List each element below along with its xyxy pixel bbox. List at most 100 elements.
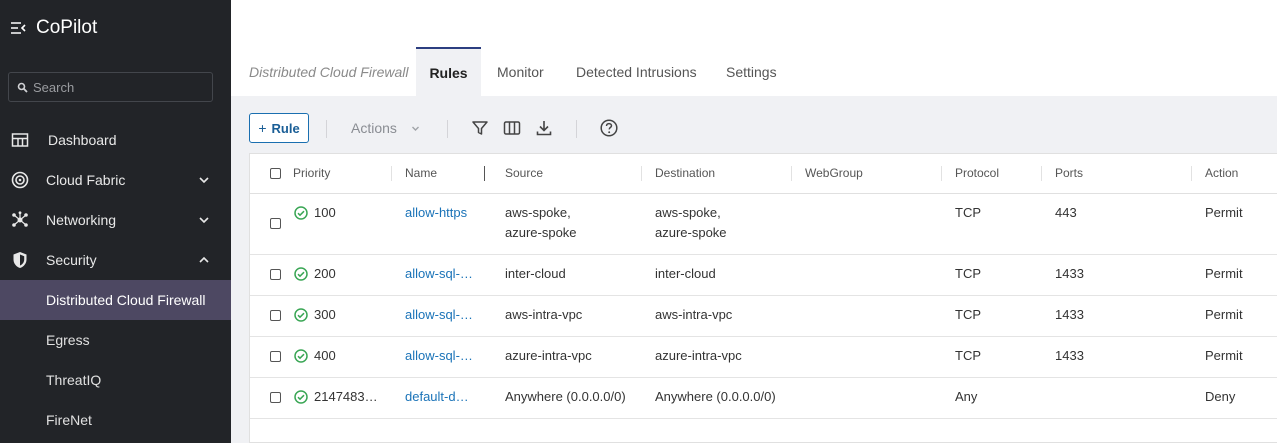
action-cell: Permit [1205,307,1243,322]
table-row[interactable]: 100 allow-https aws-spoke, azure-spoke a… [250,193,1277,255]
table-row[interactable]: 2147483… default-d… Anywhere (0.0.0.0/0)… [250,377,1277,419]
check-circle-icon [294,390,308,404]
protocol-cell: TCP [955,205,981,220]
ports-cell: 1433 [1055,266,1084,281]
sidebar-subitem-firenet[interactable]: FireNet [0,400,231,440]
row-checkbox[interactable] [270,310,281,321]
help-icon[interactable] [600,119,618,137]
column-divider [391,166,392,181]
sidebar-item-label: Dashboard [48,132,117,148]
destination-cell: aws-intra-vpc [655,307,733,322]
source-cell: azure-intra-vpc [505,348,592,363]
sidebar-subitem-label: ThreatIQ [46,372,102,388]
source-cell: aws-intra-vpc [505,307,583,322]
add-rule-button[interactable]: + Rule [249,113,309,143]
destination-cell: azure-intra-vpc [655,348,742,363]
actions-dropdown[interactable]: Actions [351,120,420,136]
search-icon [17,82,28,93]
column-resize-handle[interactable] [484,166,485,181]
action-cell: Permit [1205,348,1243,363]
column-divider [1191,166,1192,181]
actions-label: Actions [351,120,397,136]
networking-icon [12,211,28,227]
breadcrumb: Distributed Cloud Firewall [249,63,409,80]
column-divider [791,166,792,181]
check-circle-icon [294,349,308,363]
table-row[interactable]: 400 allow-sql-… azure-intra-vpc azure-in… [250,336,1277,378]
tab-detected-intrusions[interactable]: Detected Intrusions [576,47,697,96]
search-input[interactable] [33,79,193,95]
sidebar-subitem-label: FireNet [46,412,92,428]
protocol-cell: TCP [955,307,981,322]
row-checkbox[interactable] [270,351,281,362]
source-cell: azure-spoke [505,225,577,240]
priority-cell: 100 [314,205,336,220]
column-header-name[interactable]: Name [405,166,437,180]
priority-cell: 2147483… [314,389,378,404]
priority-cell: 400 [314,348,336,363]
column-header-ports[interactable]: Ports [1055,166,1083,180]
search-box[interactable] [8,72,213,102]
tab-bar: Distributed Cloud Firewall Rules Monitor… [231,47,1277,96]
rule-name-link[interactable]: default-d… [405,387,469,407]
column-header-source[interactable]: Source [505,166,543,180]
sidebar-subitem-label: Egress [46,332,90,348]
plus-icon: + [258,120,267,136]
dashboard-icon [11,133,29,147]
sidebar-item-security[interactable]: Security [0,240,231,280]
priority-cell: 200 [314,266,336,281]
collapse-menu-icon[interactable] [10,20,26,36]
chevron-up-icon [199,256,209,263]
shield-icon [13,252,27,268]
tab-monitor[interactable]: Monitor [497,47,544,96]
sidebar-item-label: Security [46,252,97,268]
row-checkbox[interactable] [270,218,281,229]
sidebar-item-cloud-fabric[interactable]: Cloud Fabric [0,160,231,200]
sidebar-nav: Dashboard Cloud Fabric Networking Securi… [0,120,231,440]
column-divider [1041,166,1042,181]
row-checkbox[interactable] [270,269,281,280]
sidebar-item-networking[interactable]: Networking [0,200,231,240]
sidebar-subitem-egress[interactable]: Egress [0,320,231,360]
table-row[interactable]: 200 allow-sql-… inter-cloud inter-cloud … [250,254,1277,296]
filter-icon[interactable] [471,119,489,137]
destination-cell: inter-cloud [655,266,716,281]
column-header-webgroup[interactable]: WebGroup [805,166,863,180]
download-icon[interactable] [535,119,553,137]
column-header-protocol[interactable]: Protocol [955,166,999,180]
source-cell: Anywhere (0.0.0.0/0) [505,389,626,404]
row-checkbox[interactable] [270,392,281,403]
protocol-cell: Any [955,389,978,404]
sidebar-subitem-distributed-cloud-firewall[interactable]: Distributed Cloud Firewall [0,280,231,320]
column-header-priority[interactable]: Priority [293,166,330,180]
table-header: Priority Name Source Destination WebGrou… [250,154,1277,194]
destination-cell: aws-spoke, [655,205,721,220]
destination-cell: azure-spoke [655,225,727,240]
chevron-down-icon [199,177,209,184]
chevron-down-icon [411,126,419,131]
table-row[interactable]: 300 allow-sql-… aws-intra-vpc aws-intra-… [250,295,1277,337]
column-header-action[interactable]: Action [1205,166,1238,180]
add-rule-label: Rule [271,120,300,136]
check-circle-icon [294,308,308,322]
ports-cell: 1433 [1055,348,1084,363]
source-cell: inter-cloud [505,266,566,281]
chevron-down-icon [199,217,209,224]
check-circle-icon [294,267,308,281]
columns-icon[interactable] [503,119,521,137]
tab-settings[interactable]: Settings [726,47,777,96]
column-header-destination[interactable]: Destination [655,166,715,180]
rule-name-link[interactable]: allow-sql-… [405,346,473,366]
sidebar-subitem-threatiq[interactable]: ThreatIQ [0,360,231,400]
cloud-fabric-icon [11,171,29,189]
rule-name-link[interactable]: allow-sql-… [405,305,473,325]
sidebar-item-dashboard[interactable]: Dashboard [0,120,231,160]
select-all-checkbox[interactable] [270,168,281,179]
rule-name-link[interactable]: allow-https [405,203,467,223]
app-title: CoPilot [36,17,98,38]
tab-rules[interactable]: Rules [416,47,481,96]
column-divider [941,166,942,181]
rule-name-link[interactable]: allow-sql-… [405,264,473,284]
destination-cell: Anywhere (0.0.0.0/0) [655,389,776,404]
protocol-cell: TCP [955,266,981,281]
